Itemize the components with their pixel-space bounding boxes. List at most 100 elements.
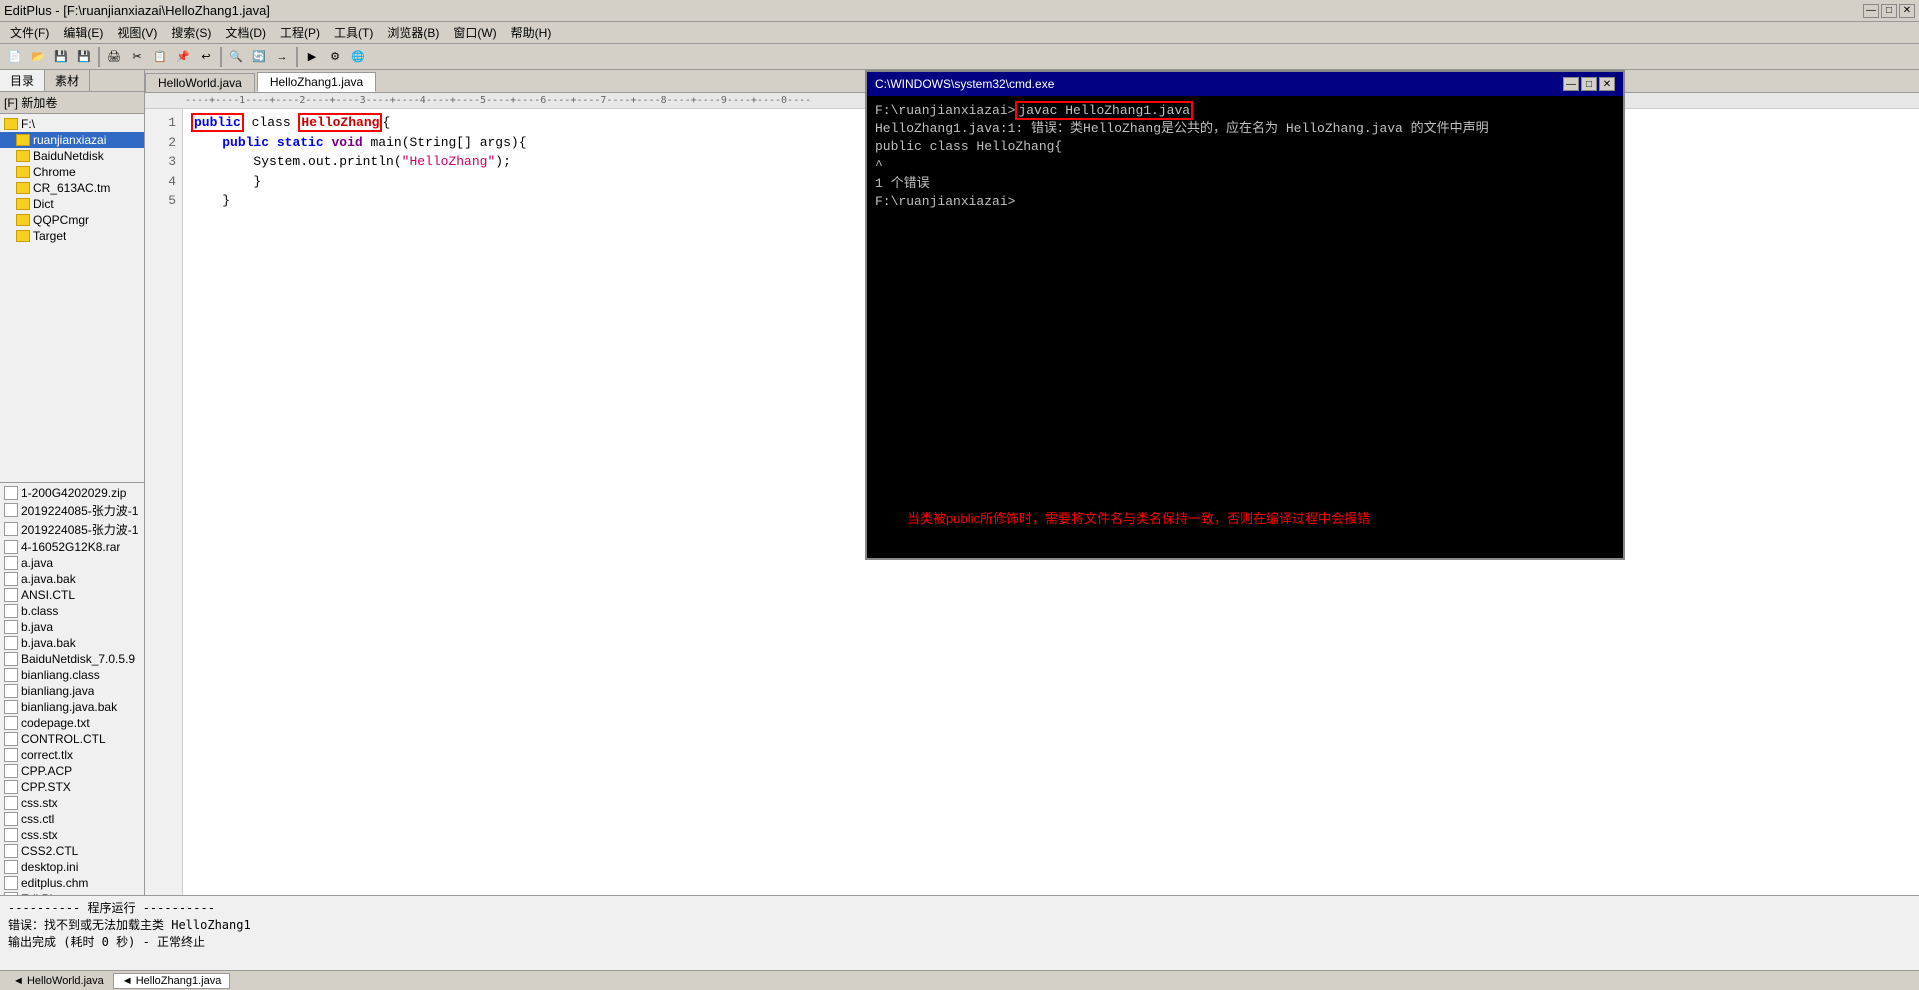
- status-line-4: 输出完成 (耗时 0 秒) - 正常终止: [8, 934, 1911, 951]
- menu-window[interactable]: 窗口(W): [447, 23, 502, 42]
- folder-icon: [16, 134, 30, 146]
- tree-item-cr613[interactable]: CR_613AC.tm: [0, 180, 144, 196]
- line-num-3: 3: [147, 152, 180, 172]
- list-item[interactable]: bianliang.class: [0, 667, 144, 683]
- list-item[interactable]: 2019224085-张力波-1: [0, 501, 144, 520]
- list-item[interactable]: css.stx: [0, 827, 144, 843]
- toolbar-cut[interactable]: ✂: [126, 46, 148, 68]
- line-num-5: 5: [147, 191, 180, 211]
- toolbar-compile[interactable]: ⚙: [324, 46, 346, 68]
- list-item[interactable]: correct.tlx: [0, 747, 144, 763]
- tree-item-dict[interactable]: Dict: [0, 196, 144, 212]
- toolbar-open[interactable]: 📂: [27, 46, 49, 68]
- file-icon: [4, 486, 18, 500]
- list-item[interactable]: CSS2.CTL: [0, 843, 144, 859]
- folder-icon: [16, 214, 30, 226]
- menu-view[interactable]: 视图(V): [111, 23, 163, 42]
- list-item[interactable]: BaiduNetdisk_7.0.5.9: [0, 651, 144, 667]
- file-icon: [4, 716, 18, 730]
- toolbar-saveall[interactable]: 💾: [73, 46, 95, 68]
- file-icon: [4, 828, 18, 842]
- file-icon: [4, 876, 18, 890]
- toolbar-replace[interactable]: 🔄: [248, 46, 270, 68]
- list-item[interactable]: b.java.bak: [0, 635, 144, 651]
- cmd-line-3: public class HelloZhang{: [875, 138, 1615, 156]
- minimize-button[interactable]: —: [1863, 4, 1879, 18]
- bottom-tab-helloworld[interactable]: ◄ HelloWorld.java: [4, 973, 113, 989]
- dir-label: [F] 新加卷: [0, 92, 144, 114]
- tree-item-baidunetdisk[interactable]: BaiduNetdisk: [0, 148, 144, 164]
- ruler-text: ----+----1----+----2----+----3----+----4…: [185, 95, 811, 106]
- list-item[interactable]: bianliang.java: [0, 683, 144, 699]
- tree-item-root[interactable]: F:\: [0, 116, 144, 132]
- cmd-close-button[interactable]: ✕: [1599, 77, 1615, 91]
- list-item[interactable]: ANSI.CTL: [0, 587, 144, 603]
- bottom-tab-hellozhangl[interactable]: ◄ HelloZhang1.java: [113, 973, 231, 989]
- list-item[interactable]: a.java.bak: [0, 571, 144, 587]
- cmd-line-8: F:\ruanjianxiazai>: [875, 193, 1615, 211]
- toolbar-print[interactable]: 🖨: [103, 46, 125, 68]
- cmd-title-bar: C:\WINDOWS\system32\cmd.exe — □ ✕: [867, 72, 1623, 96]
- list-item[interactable]: CPP.STX: [0, 779, 144, 795]
- list-item[interactable]: b.class: [0, 603, 144, 619]
- list-item[interactable]: CONTROL.CTL: [0, 731, 144, 747]
- maximize-button[interactable]: □: [1881, 4, 1897, 18]
- list-item[interactable]: 4-16052G12K8.rar: [0, 539, 144, 555]
- cmd-window[interactable]: C:\WINDOWS\system32\cmd.exe — □ ✕ F:\rua…: [865, 70, 1625, 560]
- list-item[interactable]: css.ctl: [0, 811, 144, 827]
- toolbar-run[interactable]: ▶: [301, 46, 323, 68]
- menu-project[interactable]: 工程(P): [274, 23, 326, 42]
- menu-bar: 文件(F) 编辑(E) 视图(V) 搜索(S) 文档(D) 工程(P) 工具(T…: [0, 22, 1919, 44]
- list-item[interactable]: codepage.txt: [0, 715, 144, 731]
- toolbar-browser[interactable]: 🌐: [347, 46, 369, 68]
- toolbar-new[interactable]: 📄: [4, 46, 26, 68]
- file-icon: [4, 620, 18, 634]
- list-item[interactable]: b.java: [0, 619, 144, 635]
- cmd-content[interactable]: F:\ruanjianxiazai>javac HelloZhang1.java…: [867, 96, 1623, 558]
- cmd-title-text: C:\WINDOWS\system32\cmd.exe: [875, 77, 1054, 91]
- title-bar: EditPlus - [F:\ruanjianxiazai\HelloZhang…: [0, 0, 1919, 22]
- cmd-minimize-button[interactable]: —: [1563, 77, 1579, 91]
- menu-search[interactable]: 搜索(S): [165, 23, 217, 42]
- toolbar-save[interactable]: 💾: [50, 46, 72, 68]
- editor-area: HelloWorld.java HelloZhang1.java ----+--…: [145, 70, 1919, 895]
- list-item[interactable]: CPP.ACP: [0, 763, 144, 779]
- tab-material[interactable]: 素材: [45, 70, 90, 91]
- menu-help[interactable]: 帮助(H): [505, 23, 558, 42]
- toolbar-copy[interactable]: 📋: [149, 46, 171, 68]
- menu-file[interactable]: 文件(F): [4, 23, 55, 42]
- list-item[interactable]: bianliang.java.bak: [0, 699, 144, 715]
- tree-item-chrome[interactable]: Chrome: [0, 164, 144, 180]
- menu-edit[interactable]: 编辑(E): [57, 23, 109, 42]
- list-item[interactable]: css.stx: [0, 795, 144, 811]
- file-icon: [4, 668, 18, 682]
- tab-hellozhangl[interactable]: HelloZhang1.java: [257, 72, 376, 92]
- folder-icon: [16, 198, 30, 210]
- file-icon: [4, 604, 18, 618]
- file-icon: [4, 860, 18, 874]
- tree-item-ruanjianxiazai[interactable]: ruanjianxiazai: [0, 132, 144, 148]
- menu-browser[interactable]: 浏览器(B): [381, 23, 445, 42]
- folder-icon: [16, 166, 30, 178]
- list-item[interactable]: editplus.chm: [0, 875, 144, 891]
- toolbar-find[interactable]: 🔍: [225, 46, 247, 68]
- list-item[interactable]: desktop.ini: [0, 859, 144, 875]
- toolbar-undo[interactable]: ↩: [195, 46, 217, 68]
- file-icon: [4, 684, 18, 698]
- file-icon: [4, 732, 18, 746]
- list-item[interactable]: a.java: [0, 555, 144, 571]
- cmd-maximize-button[interactable]: □: [1581, 77, 1597, 91]
- tree-item-qqpcmgr[interactable]: QQPCmgr: [0, 212, 144, 228]
- folder-icon: [16, 230, 30, 242]
- toolbar-goto[interactable]: →: [271, 46, 293, 68]
- panel-tabs: 目录 素材: [0, 70, 144, 92]
- list-item[interactable]: 2019224085-张力波-1: [0, 520, 144, 539]
- menu-doc[interactable]: 文档(D): [219, 23, 272, 42]
- close-button[interactable]: ✕: [1899, 4, 1915, 18]
- list-item[interactable]: 1-200G4202029.zip: [0, 485, 144, 501]
- tab-helloworld[interactable]: HelloWorld.java: [145, 73, 255, 92]
- menu-tools[interactable]: 工具(T): [328, 23, 379, 42]
- toolbar-paste[interactable]: 📌: [172, 46, 194, 68]
- tree-item-target[interactable]: Target: [0, 228, 144, 244]
- tab-directory[interactable]: 目录: [0, 70, 45, 91]
